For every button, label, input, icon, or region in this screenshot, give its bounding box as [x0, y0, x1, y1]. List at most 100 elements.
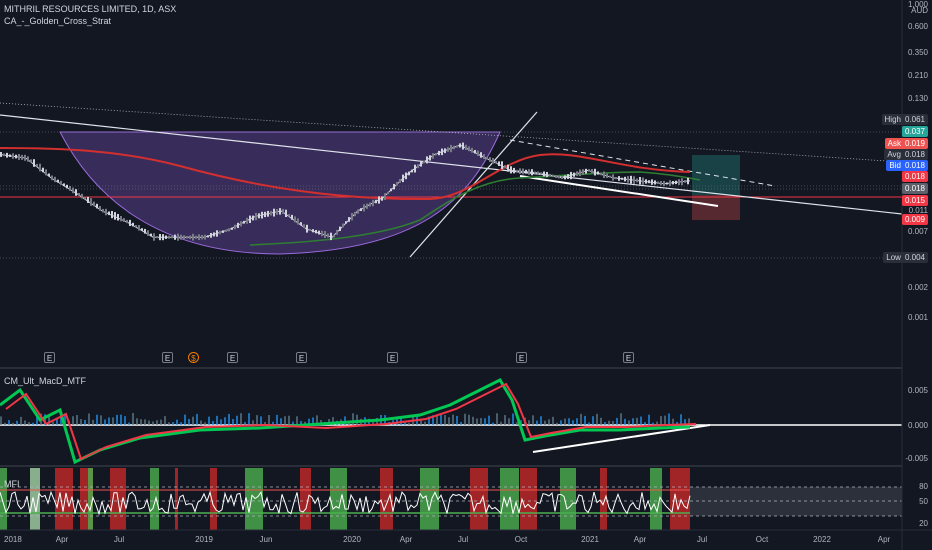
macd-bar [204, 422, 206, 425]
macd-bar [576, 418, 578, 425]
candle [387, 191, 389, 195]
candle [399, 179, 401, 183]
price-tag-value: 0.018 [904, 184, 925, 193]
candle [0, 152, 2, 157]
macd-bar [444, 415, 446, 425]
candle [588, 169, 590, 172]
candle [60, 180, 62, 185]
price-tag: 0.015 [901, 195, 928, 206]
macd-bar [256, 415, 258, 425]
candle [504, 165, 506, 169]
candle [36, 163, 38, 167]
price-tick: 0.210 [907, 71, 928, 80]
macd-bar [84, 419, 86, 425]
mfi-pane[interactable] [0, 468, 902, 530]
candle [279, 208, 281, 215]
time-tick: 2021 [581, 535, 599, 544]
mfi-tick: 50 [919, 497, 928, 506]
candle [156, 236, 158, 239]
candle [15, 154, 17, 159]
candle [336, 229, 338, 235]
candle [333, 234, 335, 238]
mfi-band [690, 487, 902, 516]
macd-bar [592, 416, 594, 425]
mfi-bar [55, 468, 73, 530]
candle [654, 180, 656, 185]
price-tag-key: High [884, 115, 901, 124]
candle [309, 228, 311, 231]
price-tag-key: Avg [887, 150, 901, 159]
price-tag-value: 0.004 [904, 253, 925, 262]
earnings-marker[interactable]: E [623, 352, 634, 363]
macd-bar [632, 418, 634, 425]
candle [681, 178, 683, 186]
candle [492, 158, 494, 164]
macd-bar [608, 420, 610, 425]
candle [570, 171, 572, 180]
earnings-marker[interactable]: E [516, 352, 527, 363]
candle [531, 169, 533, 176]
dividend-marker[interactable]: $ [188, 352, 199, 363]
candle [273, 208, 275, 217]
macd-bar [240, 413, 242, 425]
macd-bar [192, 416, 194, 425]
earnings-marker[interactable]: E [296, 352, 307, 363]
earnings-marker[interactable]: E [162, 352, 173, 363]
price-pane[interactable] [0, 0, 903, 364]
earnings-marker[interactable]: E [227, 352, 238, 363]
macd-bar [208, 416, 210, 425]
macd-label[interactable]: CM_Ult_MacD_MTF [4, 376, 86, 386]
strategy-label[interactable]: CA_-_Golden_Cross_Strat [4, 16, 111, 26]
macd-bar [232, 419, 234, 425]
candle [276, 209, 278, 215]
macd-bar [456, 415, 458, 425]
candle [321, 230, 323, 237]
candle [327, 233, 329, 238]
candle [513, 167, 515, 174]
macd-tick: 0.005 [907, 386, 928, 395]
macd-bar [164, 416, 166, 425]
macd-bar [28, 422, 30, 425]
candle [558, 175, 560, 179]
macd-pane[interactable] [0, 378, 902, 465]
candle [453, 145, 455, 150]
candle [600, 172, 602, 176]
candle [21, 154, 23, 160]
mfi-label[interactable]: MFI [4, 479, 20, 489]
candle [363, 204, 365, 212]
candle [81, 193, 83, 199]
candle [540, 172, 542, 175]
candle [609, 175, 611, 178]
candle [153, 233, 155, 241]
macd-bar [268, 415, 270, 425]
candle [543, 171, 545, 177]
price-tag: Low 0.004 [883, 252, 928, 263]
macd-bar [512, 413, 514, 425]
price-tag: Ask 0.019 [884, 138, 928, 149]
earnings-marker[interactable]: E [387, 352, 398, 363]
macd-bar [12, 422, 14, 425]
earnings-marker[interactable]: E [44, 352, 55, 363]
macd-tick: 0.000 [907, 421, 928, 430]
macd-bar [180, 422, 182, 425]
candle [84, 196, 86, 200]
candle [300, 222, 302, 226]
macd-bar [568, 418, 570, 425]
candle [243, 220, 245, 224]
candle [51, 175, 53, 181]
price-tag: 0.009 [901, 214, 928, 225]
candle [198, 234, 200, 240]
macd-bar [624, 418, 626, 425]
price-tag-value: 0.061 [904, 115, 925, 124]
time-tick: 2020 [343, 535, 361, 544]
chart-canvas[interactable] [0, 0, 932, 550]
macd-bar [680, 414, 682, 425]
candle [213, 232, 215, 237]
candle [219, 230, 221, 235]
macd-bar [260, 416, 262, 425]
candle [426, 156, 428, 164]
macd-bar [572, 420, 574, 425]
candle [549, 173, 551, 177]
macd-bar [448, 417, 450, 425]
macd-bar [504, 415, 506, 425]
